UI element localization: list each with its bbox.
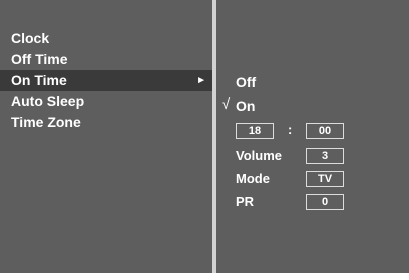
menu-item-label: Time Zone [11, 114, 81, 130]
menu-item-auto-sleep[interactable]: Auto Sleep [0, 91, 212, 112]
menu-item-label: Auto Sleep [11, 93, 85, 109]
option-on[interactable]: On [236, 98, 255, 114]
pr-label: PR [236, 194, 255, 209]
option-off[interactable]: Off [236, 74, 256, 90]
menu-item-time-zone[interactable]: Time Zone [0, 112, 212, 133]
menu-item-label: Off Time [11, 51, 68, 67]
volume-field[interactable]: 3 [306, 148, 344, 164]
arrow-right-icon: ► [196, 75, 206, 86]
menu-item-on-time[interactable]: On Time ► [0, 70, 212, 91]
menu-item-clock[interactable]: Clock [0, 28, 212, 49]
mode-label: Mode [236, 171, 270, 186]
minute-field[interactable]: 00 [306, 123, 344, 139]
hour-field[interactable]: 18 [236, 123, 274, 139]
time-separator: : [288, 122, 293, 137]
main-menu: Clock Off Time On Time ► Auto Sleep Time… [0, 28, 212, 133]
pr-field[interactable]: 0 [306, 194, 344, 210]
menu-item-label: On Time [11, 72, 67, 88]
osd-screen: Clock Off Time On Time ► Auto Sleep Time… [0, 0, 409, 273]
menu-item-off-time[interactable]: Off Time [0, 49, 212, 70]
volume-label: Volume [236, 148, 282, 163]
mode-field[interactable]: TV [306, 171, 344, 187]
check-mark-icon: √ [222, 96, 231, 113]
main-menu-panel: Clock Off Time On Time ► Auto Sleep Time… [0, 0, 212, 273]
on-time-submenu: Off √ On 18 : 00 Volume 3 Mode TV PR 0 [216, 0, 409, 273]
menu-item-label: Clock [11, 30, 50, 46]
